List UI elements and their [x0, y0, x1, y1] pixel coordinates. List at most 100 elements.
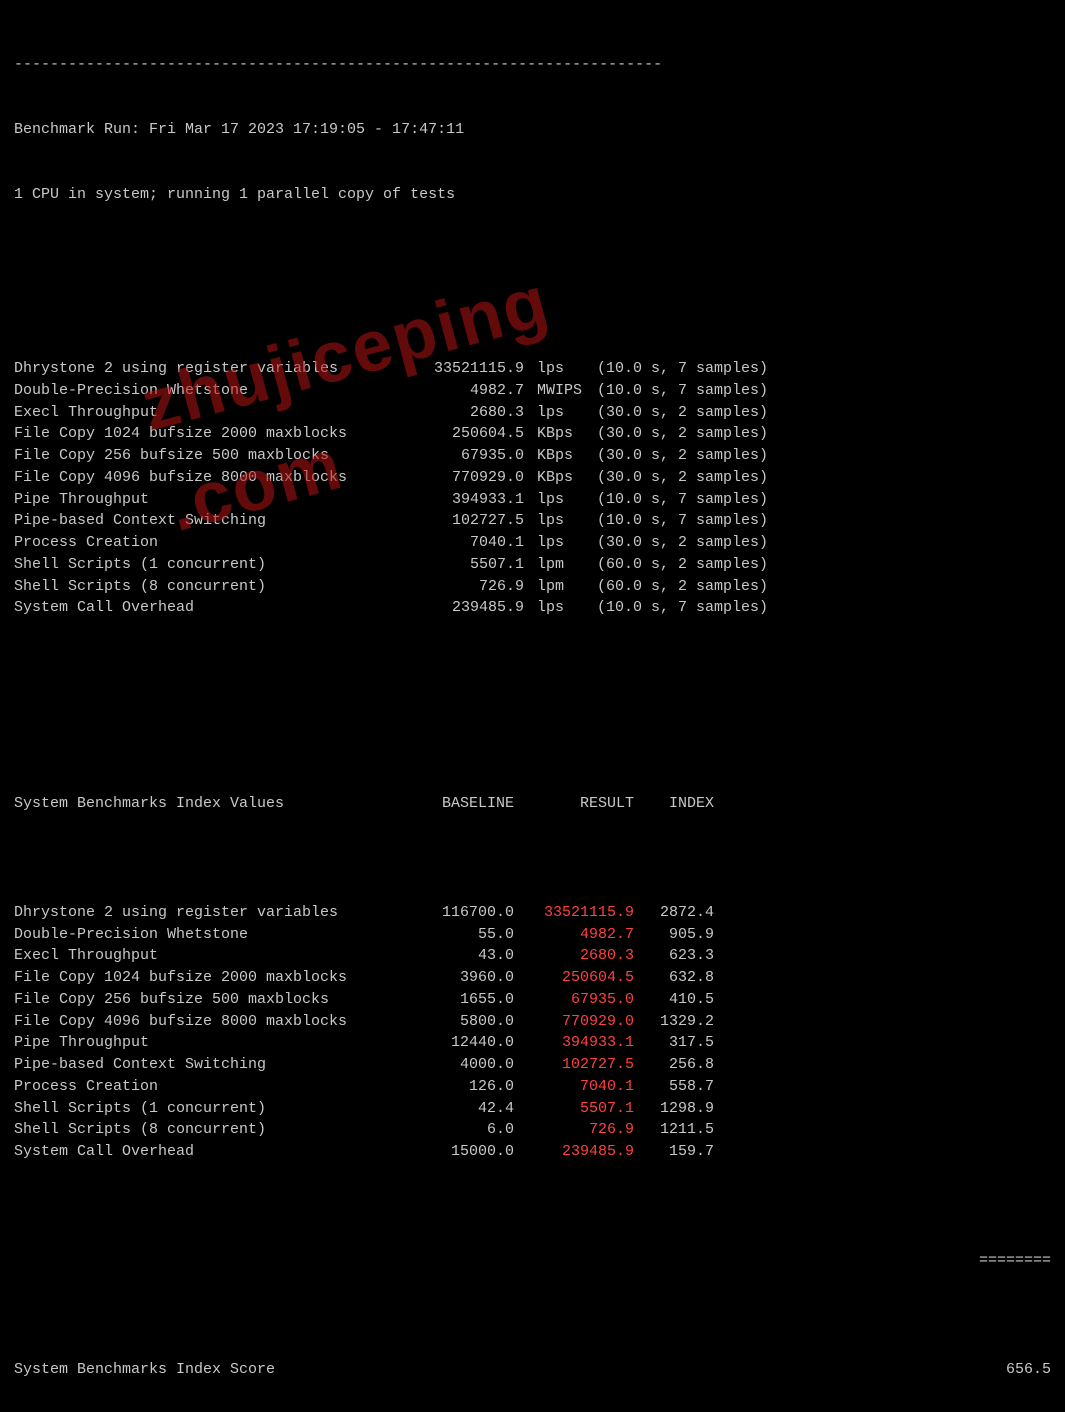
td-index: 1211.5 — [634, 1119, 714, 1141]
td-baseline: 3960.0 — [394, 967, 514, 989]
td-baseline: 55.0 — [394, 924, 514, 946]
benchmark-row: File Copy 1024 bufsize 2000 maxblocks250… — [14, 423, 1051, 445]
td-index: 623.3 — [634, 945, 714, 967]
bench-unit: lps — [528, 402, 593, 424]
table-row: File Copy 4096 bufsize 8000 maxblocks580… — [14, 1011, 1051, 1033]
td-name: System Call Overhead — [14, 1141, 394, 1163]
table-row: Pipe-based Context Switching4000.0102727… — [14, 1054, 1051, 1076]
bench-name: Pipe Throughput — [14, 489, 394, 511]
td-result: 102727.5 — [514, 1054, 634, 1076]
td-index: 1298.9 — [634, 1098, 714, 1120]
bench-name: System Call Overhead — [14, 597, 394, 619]
index-table: Dhrystone 2 using register variables1167… — [14, 902, 1051, 1163]
td-baseline: 6.0 — [394, 1119, 514, 1141]
benchmark-row: Shell Scripts (8 concurrent)726.9 lpm(60… — [14, 576, 1051, 598]
td-name: File Copy 1024 bufsize 2000 maxblocks — [14, 967, 394, 989]
td-name: Shell Scripts (1 concurrent) — [14, 1098, 394, 1120]
benchmark-row: Shell Scripts (1 concurrent)5507.1 lpm(6… — [14, 554, 1051, 576]
td-baseline: 43.0 — [394, 945, 514, 967]
table-row: File Copy 1024 bufsize 2000 maxblocks396… — [14, 967, 1051, 989]
blank-1 — [14, 249, 1051, 271]
benchmark-row: Execl Throughput2680.3 lps(30.0 s, 2 sam… — [14, 402, 1051, 424]
bench-samples: (30.0 s, 2 samples) — [597, 532, 768, 554]
bench-name: Process Creation — [14, 532, 394, 554]
table-row: System Call Overhead15000.0239485.9159.7 — [14, 1141, 1051, 1163]
td-name: File Copy 256 bufsize 500 maxblocks — [14, 989, 394, 1011]
benchmark-row: System Call Overhead239485.9 lps(10.0 s,… — [14, 597, 1051, 619]
td-name: Pipe Throughput — [14, 1032, 394, 1054]
td-name: Dhrystone 2 using register variables — [14, 902, 394, 924]
bench-name: Shell Scripts (1 concurrent) — [14, 554, 394, 576]
td-result: 5507.1 — [514, 1098, 634, 1120]
td-result: 250604.5 — [514, 967, 634, 989]
th-baseline: BASELINE — [394, 793, 514, 815]
td-baseline: 5800.0 — [394, 1011, 514, 1033]
bench-value: 33521115.9 — [394, 358, 524, 380]
td-index: 256.8 — [634, 1054, 714, 1076]
td-result: 33521115.9 — [514, 902, 634, 924]
bench-value: 102727.5 — [394, 510, 524, 532]
bench-value: 2680.3 — [394, 402, 524, 424]
td-baseline: 1655.0 — [394, 989, 514, 1011]
table-row: File Copy 256 bufsize 500 maxblocks1655.… — [14, 989, 1051, 1011]
bench-unit: lps — [528, 532, 593, 554]
th-result: RESULT — [514, 793, 634, 815]
benchmark-row: File Copy 4096 bufsize 8000 maxblocks770… — [14, 467, 1051, 489]
td-name: Execl Throughput — [14, 945, 394, 967]
bench-value: 7040.1 — [394, 532, 524, 554]
td-result: 770929.0 — [514, 1011, 634, 1033]
td-baseline: 12440.0 — [394, 1032, 514, 1054]
td-baseline: 15000.0 — [394, 1141, 514, 1163]
bench-samples: (10.0 s, 7 samples) — [597, 358, 768, 380]
td-index: 410.5 — [634, 989, 714, 1011]
benchmark-row: Process Creation7040.1 lps(30.0 s, 2 sam… — [14, 532, 1051, 554]
td-index: 1329.2 — [634, 1011, 714, 1033]
bench-unit: KBps — [528, 467, 593, 489]
table-header-row: System Benchmarks Index Values BASELINE … — [14, 793, 1051, 815]
bench-samples: (30.0 s, 2 samples) — [597, 423, 768, 445]
td-result: 726.9 — [514, 1119, 634, 1141]
td-index: 905.9 — [634, 924, 714, 946]
score-label: System Benchmarks Index Score — [14, 1359, 394, 1381]
benchmark-row: Pipe-based Context Switching102727.5 lps… — [14, 510, 1051, 532]
score-row: System Benchmarks Index Score 656.5 — [14, 1359, 1051, 1381]
table-row: Dhrystone 2 using register variables1167… — [14, 902, 1051, 924]
benchmark-row: Pipe Throughput394933.1 lps(10.0 s, 7 sa… — [14, 489, 1051, 511]
bench-samples: (30.0 s, 2 samples) — [597, 402, 768, 424]
bench-samples: (30.0 s, 2 samples) — [597, 467, 768, 489]
th-name: System Benchmarks Index Values — [14, 793, 394, 815]
table-row: Shell Scripts (1 concurrent)42.45507.112… — [14, 1098, 1051, 1120]
table-row: Execl Throughput43.02680.3623.3 — [14, 945, 1051, 967]
bench-name: File Copy 4096 bufsize 8000 maxblocks — [14, 467, 394, 489]
td-baseline: 116700.0 — [394, 902, 514, 924]
benchmark-run-line: Benchmark Run: Fri Mar 17 2023 17:19:05 … — [14, 119, 1051, 141]
cpu-info-line: 1 CPU in system; running 1 parallel copy… — [14, 184, 1051, 206]
bench-value: 394933.1 — [394, 489, 524, 511]
bench-samples: (60.0 s, 2 samples) — [597, 554, 768, 576]
blank-2 — [14, 684, 1051, 706]
bench-name: File Copy 256 bufsize 500 maxblocks — [14, 445, 394, 467]
td-name: Double-Precision Whetstone — [14, 924, 394, 946]
bench-value: 250604.5 — [394, 423, 524, 445]
bench-value: 726.9 — [394, 576, 524, 598]
td-result: 7040.1 — [514, 1076, 634, 1098]
td-index: 317.5 — [634, 1032, 714, 1054]
bench-name: Double-Precision Whetstone — [14, 380, 394, 402]
table-row: Process Creation126.07040.1558.7 — [14, 1076, 1051, 1098]
bench-unit: lps — [528, 510, 593, 532]
td-baseline: 126.0 — [394, 1076, 514, 1098]
td-index: 2872.4 — [634, 902, 714, 924]
divider-line: ----------------------------------------… — [14, 54, 1051, 76]
bench-name: Execl Throughput — [14, 402, 394, 424]
bench-unit: lps — [528, 597, 593, 619]
bench-unit: lps — [528, 489, 593, 511]
td-result: 4982.7 — [514, 924, 634, 946]
bench-value: 67935.0 — [394, 445, 524, 467]
table-row: Double-Precision Whetstone55.04982.7905.… — [14, 924, 1051, 946]
td-name: File Copy 4096 bufsize 8000 maxblocks — [14, 1011, 394, 1033]
td-result: 394933.1 — [514, 1032, 634, 1054]
bench-unit: MWIPS — [528, 380, 593, 402]
bench-unit: lps — [528, 358, 593, 380]
td-result: 67935.0 — [514, 989, 634, 1011]
table-row: Pipe Throughput12440.0394933.1317.5 — [14, 1032, 1051, 1054]
